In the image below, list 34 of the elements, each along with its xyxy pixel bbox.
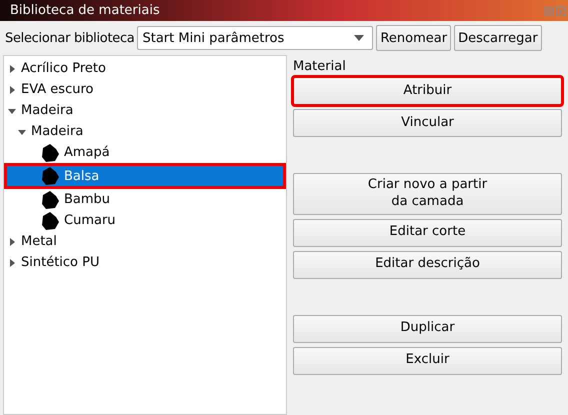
- expand-arrow-icon[interactable]: [8, 64, 16, 72]
- expand-arrow-icon[interactable]: [8, 238, 16, 246]
- tree-item[interactable]: Cumaru: [36, 210, 286, 231]
- tree-item[interactable]: Sintético PU: [4, 252, 286, 273]
- toolbar-button[interactable]: Renomear: [376, 25, 452, 51]
- toolbar-button[interactable]: Descarregar: [454, 25, 542, 51]
- action-button[interactable]: Editar descrição: [293, 250, 562, 279]
- library-label: Selecionar biblioteca: [5, 30, 134, 46]
- window-title: Biblioteca de materiais: [10, 3, 160, 18]
- tree-item[interactable]: EVA escuro: [4, 79, 286, 100]
- dropdown-arrow-icon: [354, 35, 364, 41]
- tree-item[interactable]: Madeira: [4, 100, 286, 121]
- tree-item[interactable]: Metal: [4, 231, 286, 252]
- material-swatch-icon: [40, 166, 60, 186]
- panel-title: Material: [293, 58, 347, 76]
- action-button[interactable]: Criar novo a partir da camada: [293, 173, 562, 215]
- material-swatch-icon: [40, 190, 60, 210]
- expand-arrow-icon[interactable]: [8, 86, 16, 94]
- collapse-arrow-icon[interactable]: [8, 106, 16, 114]
- tree-item[interactable]: Madeira: [14, 121, 286, 142]
- tree-item[interactable]: Balsa: [4, 163, 286, 189]
- collapse-arrow-icon[interactable]: [18, 128, 26, 136]
- material-swatch-icon: [40, 210, 60, 230]
- expand-arrow-icon[interactable]: [8, 258, 16, 266]
- library-dropdown[interactable]: Start Mini parâmetros: [137, 26, 374, 50]
- action-button[interactable]: Duplicar: [293, 314, 562, 343]
- tree-item[interactable]: Bambu: [36, 189, 286, 210]
- material-swatch-icon: [40, 142, 60, 162]
- action-button[interactable]: Editar corte: [293, 218, 562, 247]
- action-button[interactable]: Vincular: [293, 109, 562, 137]
- action-button[interactable]: Atribuir: [293, 77, 562, 105]
- tree-item[interactable]: Acrílico Preto: [4, 58, 286, 79]
- tree-item[interactable]: Amapá: [36, 142, 286, 163]
- action-button[interactable]: Excluir: [293, 346, 562, 375]
